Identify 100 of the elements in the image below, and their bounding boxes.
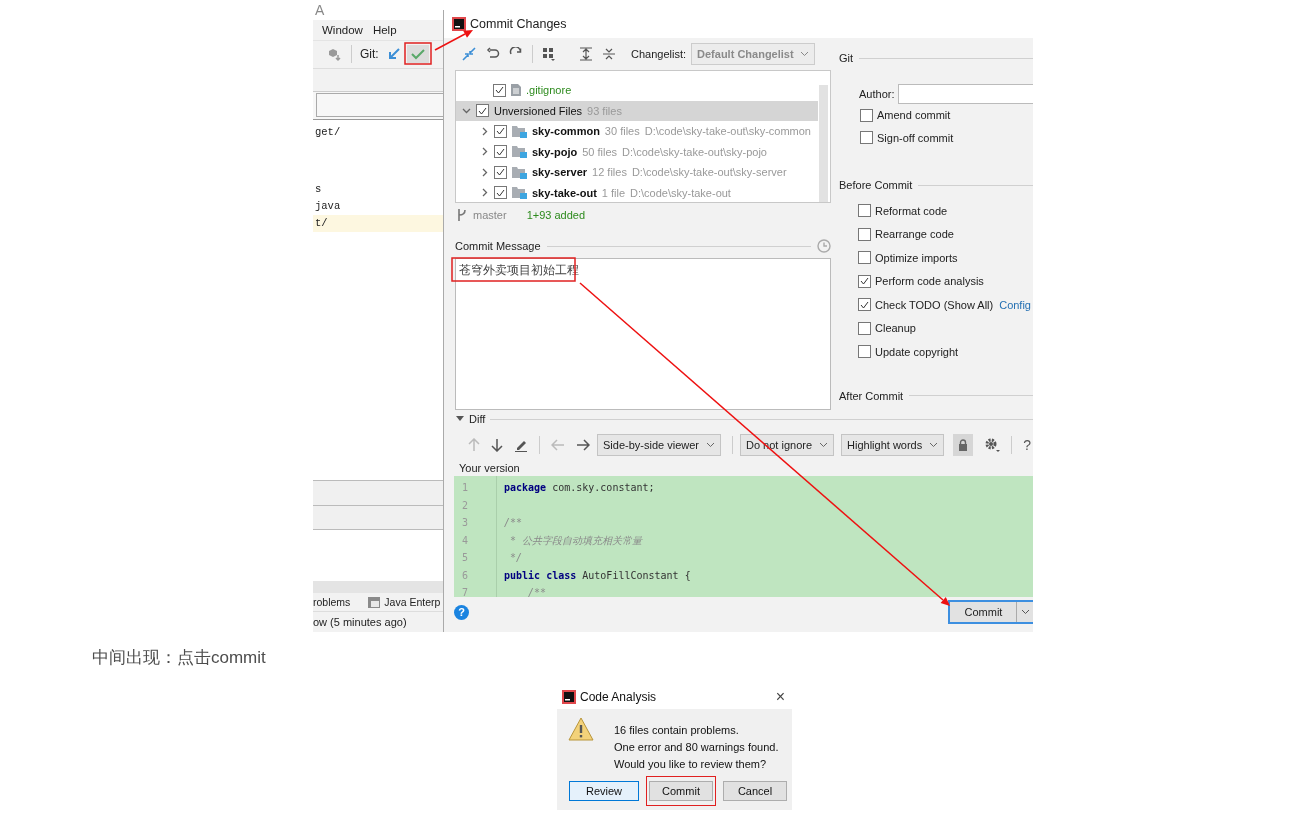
chevron-icon[interactable] xyxy=(480,188,489,198)
code-line: /** xyxy=(504,517,523,528)
checkbox[interactable] xyxy=(494,145,507,159)
chevron-icon[interactable] xyxy=(462,106,471,116)
branch-icon xyxy=(457,209,467,221)
dialog-button[interactable]: Review xyxy=(569,781,639,801)
down-arrow-icon[interactable] xyxy=(491,438,503,452)
message-text: One error and 80 warnings found. xyxy=(614,740,779,755)
author-field[interactable] xyxy=(898,84,1033,104)
module-folder-icon xyxy=(512,124,527,138)
checkbox-label: Perform code analysis xyxy=(875,275,984,288)
checkbox[interactable] xyxy=(860,131,873,145)
close-button[interactable]: × xyxy=(775,688,785,706)
line-number: 7 xyxy=(461,586,470,597)
checkbox[interactable] xyxy=(476,104,489,118)
line-number: 4 xyxy=(461,533,470,548)
checkbox-label: Optimize imports xyxy=(875,251,958,264)
viewer-dropdown[interactable]: Side-by-side viewer xyxy=(597,434,721,456)
scrollbar[interactable] xyxy=(819,85,828,202)
module-folder-icon xyxy=(512,165,527,179)
checkbox[interactable] xyxy=(494,165,507,179)
expand-all-icon[interactable] xyxy=(579,47,593,61)
module-name: sky-take-out xyxy=(532,186,597,199)
right-arrow-icon[interactable] xyxy=(576,439,590,451)
help-button[interactable]: ? xyxy=(454,604,469,620)
app-logo-icon xyxy=(562,690,576,704)
commit-button[interactable]: Commit xyxy=(948,600,1033,624)
help-button[interactable]: ? xyxy=(1023,437,1032,453)
section-label: Before Commit xyxy=(839,179,913,191)
checkbox-label: Update copyright xyxy=(875,345,959,358)
module-name: sky-pojo xyxy=(532,145,578,158)
module-folder-icon xyxy=(512,145,527,159)
configure-link[interactable]: Config xyxy=(999,298,1031,311)
checkbox[interactable] xyxy=(858,204,871,218)
tree-row[interactable]: Unversioned Files 93 files xyxy=(456,100,818,121)
line-number: 1 xyxy=(461,481,470,495)
pencil-icon[interactable] xyxy=(514,438,528,452)
settings-icon[interactable] xyxy=(984,437,1001,453)
git-label: Git: xyxy=(360,47,379,62)
checkbox-label: Reformat code xyxy=(875,204,948,217)
arrows-icon[interactable] xyxy=(461,46,477,62)
chevron-icon[interactable] xyxy=(480,167,489,177)
document-icon xyxy=(511,84,521,97)
file-tree-row[interactable]: java xyxy=(313,197,443,215)
tool-window-tab[interactable]: roblems xyxy=(313,596,351,609)
caption-text: 中间出现：点击commit xyxy=(92,647,267,669)
checkbox[interactable] xyxy=(858,251,871,265)
changes-summary: 1+93 added xyxy=(526,209,586,221)
section-label: Diff xyxy=(469,413,486,425)
highlight-dropdown[interactable]: Highlight words xyxy=(841,434,945,456)
author-label: Author: xyxy=(859,88,895,100)
dialog-button[interactable]: Cancel xyxy=(723,781,787,801)
checkbox[interactable] xyxy=(858,227,871,241)
checkbox[interactable] xyxy=(858,321,871,335)
caret-icon xyxy=(706,442,715,448)
commit-toolbar-button[interactable] xyxy=(406,45,429,64)
section-label: Commit Message xyxy=(455,240,541,252)
checkbox[interactable] xyxy=(494,186,507,200)
search-field[interactable] xyxy=(316,92,443,117)
tree-row[interactable]: sky-take-out 1 file D:\code\sky-take-out xyxy=(456,182,818,203)
checkbox[interactable] xyxy=(860,108,873,122)
tree-row[interactable]: .gitignore xyxy=(456,80,818,101)
caret-icon xyxy=(800,51,810,57)
checkbox[interactable] xyxy=(858,298,871,312)
tree-row[interactable]: sky-common 30 files D:\code\sky-take-out\sky-common xyxy=(456,121,818,142)
chevron-icon[interactable] xyxy=(480,126,489,136)
chevron-icon[interactable] xyxy=(480,147,489,157)
tree-row[interactable]: sky-pojo 50 files D:\code\sky-take-out\sky-pojo xyxy=(456,141,818,162)
collapse-triangle-icon[interactable] xyxy=(456,416,464,422)
checkbox-label: Cleanup xyxy=(875,322,916,335)
group-icon[interactable] xyxy=(542,47,556,61)
update-arrow-icon[interactable] xyxy=(386,47,401,62)
tree-label: .gitignore xyxy=(526,84,572,97)
annotation-arrow xyxy=(434,30,473,51)
menu-item[interactable]: Help xyxy=(372,23,397,36)
branch-name: master xyxy=(473,209,507,221)
menu-item[interactable]: Window xyxy=(322,23,363,36)
checkbox[interactable] xyxy=(858,345,871,359)
lock-button[interactable] xyxy=(953,434,974,456)
dialog-button[interactable]: Commit xyxy=(649,781,713,801)
file-tree-row[interactable]: s xyxy=(313,180,443,198)
checkbox-label: Check TODO (Show All) xyxy=(875,298,994,311)
changelist-label: Changelist: xyxy=(631,48,687,60)
file-tree-row[interactable]: t/ xyxy=(313,214,443,232)
line-number: 2 xyxy=(461,498,470,513)
module-path: D:\code\sky-take-out xyxy=(630,186,731,199)
file-tree-row[interactable]: get/ xyxy=(313,123,443,141)
undo-icon[interactable] xyxy=(486,47,500,61)
code-line: package com.sky.constant; xyxy=(504,482,655,493)
checkbox[interactable] xyxy=(494,124,507,138)
file-count: 50 files xyxy=(582,145,618,158)
checkbox[interactable] xyxy=(858,274,871,288)
collapse-all-icon[interactable] xyxy=(602,47,616,61)
tool-window-tab[interactable]: Java Enterp xyxy=(368,596,441,609)
file-count: 12 files xyxy=(592,166,627,179)
tree-row[interactable]: sky-server 12 files D:\code\sky-take-out\sky-server xyxy=(456,162,818,183)
status-text: ow (5 minutes ago) xyxy=(313,615,407,628)
dialog-title: Code Analysis xyxy=(580,690,657,704)
checkbox[interactable] xyxy=(493,83,506,97)
module-name: sky-server xyxy=(532,166,588,179)
